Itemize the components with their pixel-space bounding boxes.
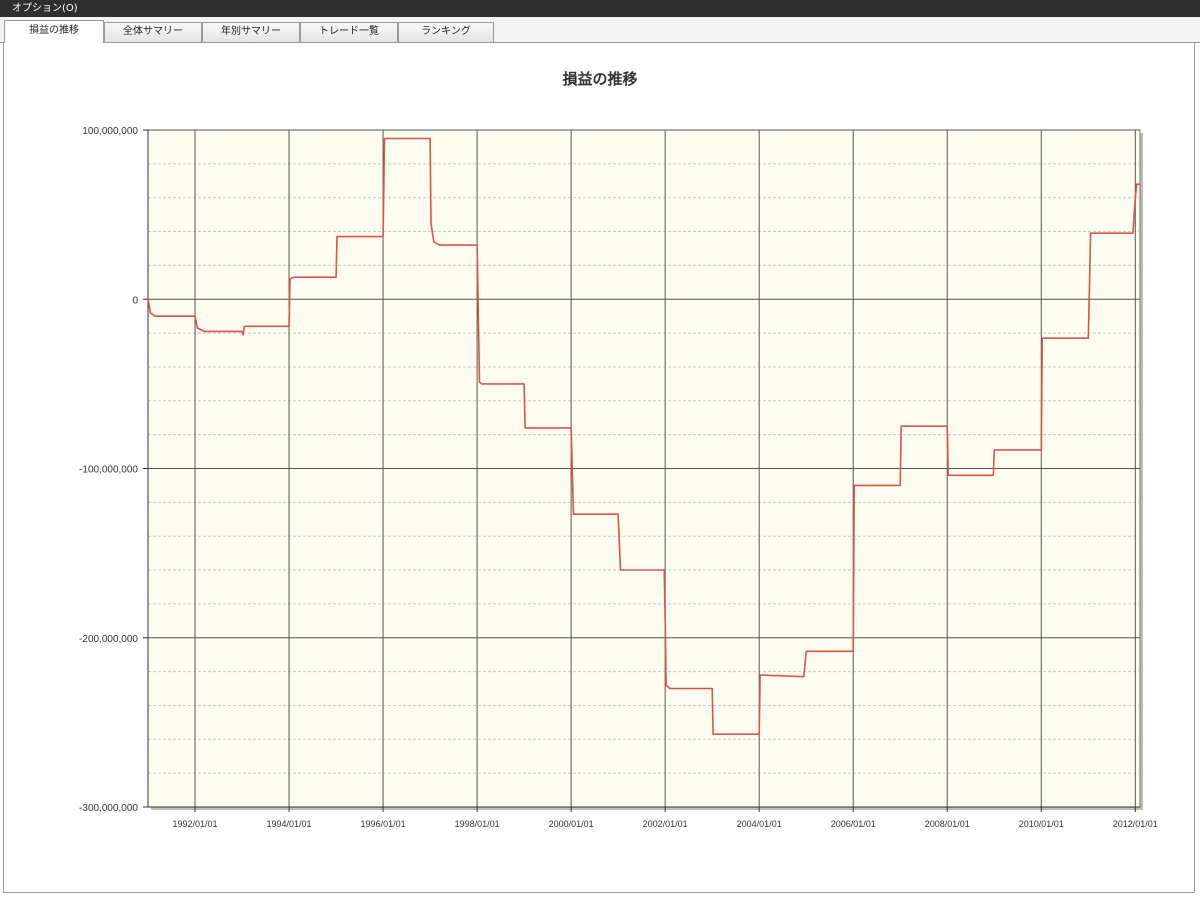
y-tick-label: 100,000,000 bbox=[82, 126, 138, 137]
x-tick-label: 2002/01/01 bbox=[643, 819, 688, 829]
profit-chart: 損益の推移 100,000,000 0 -100,000,000 -200,000,0… bbox=[79, 70, 1158, 829]
chart-title: 損益の推移 bbox=[562, 70, 637, 88]
tab-yearly-summary[interactable]: 年別サマリー bbox=[202, 22, 300, 42]
x-tick-label: 1994/01/01 bbox=[267, 819, 312, 829]
x-tick-label: 1998/01/01 bbox=[455, 819, 500, 829]
tab-ranking[interactable]: ランキング bbox=[398, 22, 494, 42]
x-tick-label: 2006/01/01 bbox=[831, 819, 876, 829]
y-tick-label: -200,000,000 bbox=[79, 634, 138, 645]
tab-profit-history[interactable]: 損益の推移 bbox=[4, 20, 104, 43]
x-tick-label: 1992/01/01 bbox=[172, 819, 217, 829]
tab-overall-summary[interactable]: 全体サマリー bbox=[104, 22, 202, 42]
x-tick-label: 2004/01/01 bbox=[737, 819, 782, 829]
x-tick-label: 2012/01/01 bbox=[1113, 819, 1158, 829]
tab-trade-list[interactable]: トレード一覧 bbox=[300, 22, 398, 42]
y-tick-label: -100,000,000 bbox=[79, 465, 138, 476]
y-tick-label: -300,000,000 bbox=[79, 803, 138, 814]
x-tick-label: 2000/01/01 bbox=[549, 819, 594, 829]
x-tick-label: 1996/01/01 bbox=[361, 819, 406, 829]
x-tick-label: 2010/01/01 bbox=[1019, 819, 1064, 829]
x-tick-label: 2008/01/01 bbox=[925, 819, 970, 829]
y-tick-label: 0 bbox=[132, 295, 138, 306]
